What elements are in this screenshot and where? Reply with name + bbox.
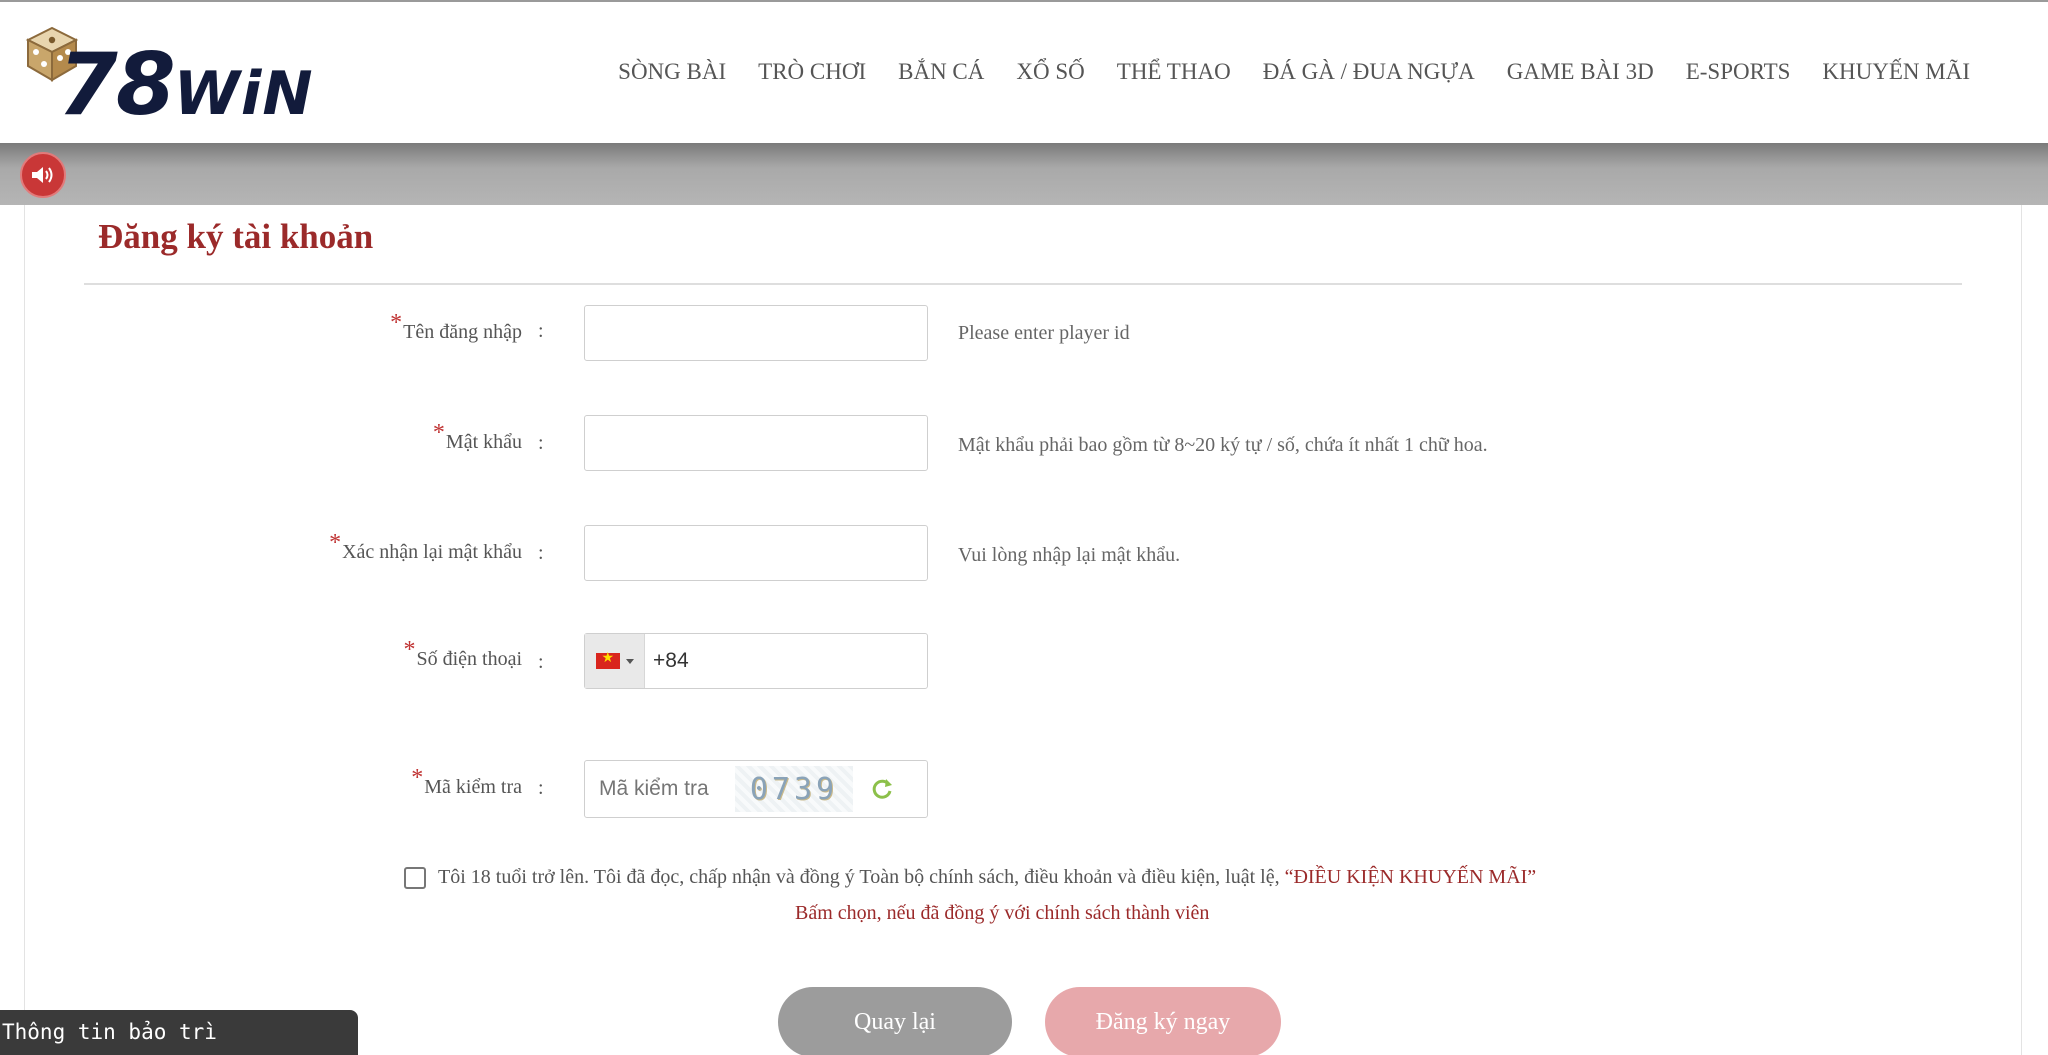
nav-item-sports[interactable]: THỂ THAO (1117, 59, 1231, 85)
announcement-band (0, 143, 2048, 205)
username-label: *Tên đăng nhập (390, 310, 522, 345)
captcha-label: *Mã kiểm tra (411, 765, 522, 800)
phone-label-text: Số điện thoại (416, 648, 522, 670)
back-button[interactable]: Quay lại (778, 987, 1012, 1055)
required-mark: * (390, 310, 403, 336)
nav-item-casino[interactable]: SÒNG BÀI (618, 59, 726, 85)
nav-item-promotions[interactable]: KHUYẾN MÃI (1822, 59, 1970, 85)
password-label: *Mật khẩu (433, 420, 522, 455)
agreement-note: Bấm chọn, nếu đã đồng ý với chính sách t… (795, 902, 1210, 924)
phone-label: *Số điện thoại (403, 637, 522, 672)
maintenance-info-tab[interactable]: Thông tin bảo trì (0, 1010, 358, 1055)
required-mark: * (403, 637, 416, 663)
agreement-text: Tôi 18 tuổi trở lên. Tôi đã đọc, chấp nh… (438, 866, 1536, 889)
logo-number: 78 (58, 35, 176, 135)
register-button[interactable]: Đăng ký ngay (1045, 987, 1281, 1055)
refresh-icon (872, 779, 892, 799)
page-title: Đăng ký tài khoản (98, 217, 374, 256)
agreement-text-body: Tôi 18 tuổi trở lên. Tôi đã đọc, chấp nh… (438, 866, 1280, 888)
captcha-field: 0739 (584, 760, 928, 818)
main-nav: SÒNG BÀI TRÒ CHƠI BẮN CÁ XỔ SỐ THỂ THAO … (618, 59, 1970, 85)
password-input[interactable] (584, 415, 928, 471)
logo-win: WiN (173, 59, 314, 129)
promotion-terms-link[interactable]: “ĐIỀU KIỆN KHUYẾN MÃI” (1285, 866, 1537, 888)
captcha-input[interactable] (585, 763, 735, 815)
agreement-checkbox[interactable] (404, 866, 426, 889)
username-input[interactable] (584, 305, 928, 361)
confirm-password-input[interactable] (584, 525, 928, 581)
required-mark: * (411, 765, 424, 791)
captcha-image: 0739 (735, 766, 853, 812)
refresh-captcha-button[interactable] (867, 774, 897, 804)
colon: : (538, 651, 544, 673)
nav-item-cockfight-racing[interactable]: ĐÁ GÀ / ĐUA NGỰA (1263, 59, 1475, 85)
required-mark: * (432, 420, 445, 446)
site-logo[interactable]: 78WiN (18, 22, 318, 130)
username-label-text: Tên đăng nhập (403, 321, 522, 343)
vietnam-flag-icon (595, 650, 620, 669)
nav-item-fishing[interactable]: BẮN CÁ (898, 59, 984, 85)
username-hint: Please enter player id (958, 322, 1130, 344)
divider (84, 283, 1962, 285)
colon: : (538, 320, 544, 342)
colon: : (538, 777, 544, 799)
colon: : (538, 542, 544, 564)
site-header: 78WiN SÒNG BÀI TRÒ CHƠI BẮN CÁ XỔ SỐ THỂ… (0, 0, 2048, 143)
confirm-password-hint: Vui lòng nhập lại mật khẩu. (958, 544, 1181, 566)
sound-button[interactable] (20, 152, 66, 198)
password-hint: Mật khẩu phải bao gồm từ 8~20 ký tự / số… (958, 434, 1488, 456)
nav-item-lottery[interactable]: XỔ SỐ (1016, 59, 1084, 85)
caret-down-icon (625, 658, 634, 664)
nav-item-games[interactable]: TRÒ CHƠI (758, 59, 866, 85)
phone-field (584, 633, 928, 689)
agreement-row: Tôi 18 tuổi trở lên. Tôi đã đọc, chấp nh… (404, 866, 1536, 889)
confirm-password-label-text: Xác nhận lại mật khẩu (342, 541, 522, 563)
phone-input[interactable] (645, 636, 915, 686)
colon: : (538, 432, 544, 454)
nav-item-esports[interactable]: E-SPORTS (1686, 59, 1791, 85)
captcha-label-text: Mã kiểm tra (424, 776, 522, 798)
logo-wordmark: 78WiN (58, 42, 314, 128)
confirm-password-label: *Xác nhận lại mật khẩu (329, 530, 522, 565)
country-code-dropdown[interactable] (585, 634, 645, 688)
speaker-icon (32, 167, 53, 183)
password-label-text: Mật khẩu (445, 431, 522, 453)
nav-item-card-games-3d[interactable]: GAME BÀI 3D (1507, 59, 1654, 85)
required-mark: * (329, 530, 342, 556)
